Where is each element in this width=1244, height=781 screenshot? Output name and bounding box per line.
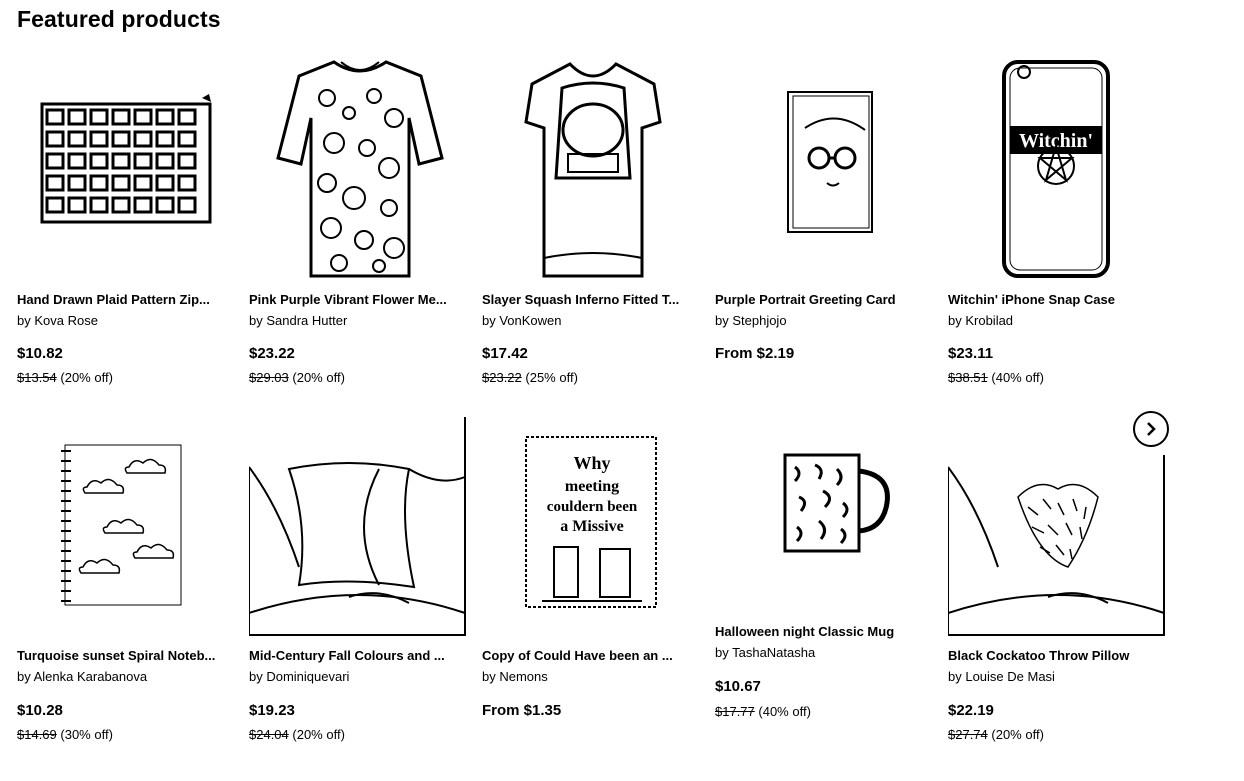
product-title[interactable]: Turquoise sunset Spiral Noteb...	[17, 648, 237, 663]
product-card[interactable]: Why meeting couldern been a Missive Copy…	[482, 417, 704, 757]
product-artist[interactable]: by TashaNatasha	[715, 645, 815, 660]
product-original-price: $24.04 (20% off)	[249, 727, 345, 742]
product-title[interactable]: Black Cockatoo Throw Pillow	[948, 648, 1168, 663]
product-card[interactable]: Hand Drawn Plaid Pattern Zip... by Kova …	[17, 58, 239, 388]
product-artist[interactable]: by Dominiquevari	[249, 669, 349, 684]
product-original-price: $38.51 (40% off)	[948, 370, 1044, 385]
product-price: $23.22	[249, 345, 295, 362]
product-card[interactable]: Pink Purple Vibrant Flower Me... by Sand…	[249, 58, 471, 388]
product-title[interactable]: Hand Drawn Plaid Pattern Zip...	[17, 292, 237, 307]
chevron-right-icon	[1147, 422, 1156, 436]
product-original-price: $27.74 (20% off)	[948, 727, 1044, 742]
product-image-notebook[interactable]	[17, 417, 239, 637]
product-card[interactable]: Turquoise sunset Spiral Noteb... by Alen…	[17, 417, 239, 757]
product-image-flower-tshirt[interactable]	[249, 58, 471, 278]
product-artist[interactable]: by Nemons	[482, 669, 548, 684]
product-price: $10.82	[17, 345, 63, 362]
product-title[interactable]: Mid-Century Fall Colours and ...	[249, 648, 469, 663]
product-price: $23.11	[948, 345, 994, 362]
product-price: $22.19	[948, 702, 994, 719]
product-artist[interactable]: by Louise De Masi	[948, 669, 1055, 684]
product-original-price: $17.77 (40% off)	[715, 704, 811, 719]
poster-text-line4: a Missive	[560, 518, 624, 535]
product-title[interactable]: Copy of Could Have been an ...	[482, 648, 702, 663]
product-image-poster[interactable]: Why meeting couldern been a Missive	[482, 417, 704, 637]
poster-text-line3: couldern been	[547, 499, 638, 515]
product-title[interactable]: Halloween night Classic Mug	[715, 624, 935, 639]
product-original-price: $14.69 (30% off)	[17, 727, 113, 742]
product-title[interactable]: Witchin' iPhone Snap Case	[948, 292, 1168, 307]
carousel-next-button[interactable]	[1133, 411, 1169, 447]
product-image-cockatoo-pillow[interactable]	[948, 417, 1170, 637]
product-title[interactable]: Slayer Squash Inferno Fitted T...	[482, 292, 702, 307]
product-artist[interactable]: by Alenka Karabanova	[17, 669, 147, 684]
product-image-phone-case[interactable]: Witchin'	[948, 58, 1170, 278]
product-original-price: $23.22 (25% off)	[482, 370, 578, 385]
poster-text-line1: Why	[573, 453, 610, 473]
product-image-fall-pillow[interactable]	[249, 417, 471, 637]
product-artist[interactable]: by Kova Rose	[17, 313, 98, 328]
product-price: $17.42	[482, 345, 528, 362]
product-title[interactable]: Pink Purple Vibrant Flower Me...	[249, 292, 469, 307]
product-original-price: $29.03 (20% off)	[249, 370, 345, 385]
product-card[interactable]: Purple Portrait Greeting Card by Stephjo…	[715, 58, 937, 388]
product-artist[interactable]: by VonKowen	[482, 313, 562, 328]
product-card[interactable]: Mid-Century Fall Colours and ... by Domi…	[249, 417, 471, 757]
product-card[interactable]: Slayer Squash Inferno Fitted T... by Von…	[482, 58, 704, 388]
product-image-mug[interactable]	[715, 417, 937, 617]
product-image-zip-pouch[interactable]	[17, 58, 239, 278]
product-card[interactable]: Black Cockatoo Throw Pillow by Louise De…	[948, 417, 1170, 757]
product-title[interactable]: Purple Portrait Greeting Card	[715, 292, 935, 307]
product-card[interactable]: Witchin' Witchin' iPhone Snap Case by Kr…	[948, 58, 1170, 388]
product-artist[interactable]: by Krobilad	[948, 313, 1013, 328]
product-price: $19.23	[249, 702, 295, 719]
product-artist[interactable]: by Sandra Hutter	[249, 313, 347, 328]
product-price: $10.28	[17, 702, 63, 719]
product-image-greeting-card[interactable]	[715, 58, 937, 278]
product-artist[interactable]: by Stephjojo	[715, 313, 787, 328]
product-price: From $2.19	[715, 345, 795, 362]
product-price: From $1.35	[482, 702, 562, 719]
poster-text-line2: meeting	[565, 478, 619, 495]
page-title: Featured products	[17, 6, 221, 32]
product-image-fitted-tshirt[interactable]	[482, 58, 704, 278]
product-original-price: $13.54 (20% off)	[17, 370, 113, 385]
product-price: $10.67	[715, 678, 761, 695]
product-card[interactable]: Halloween night Classic Mug by TashaNata…	[715, 417, 937, 747]
